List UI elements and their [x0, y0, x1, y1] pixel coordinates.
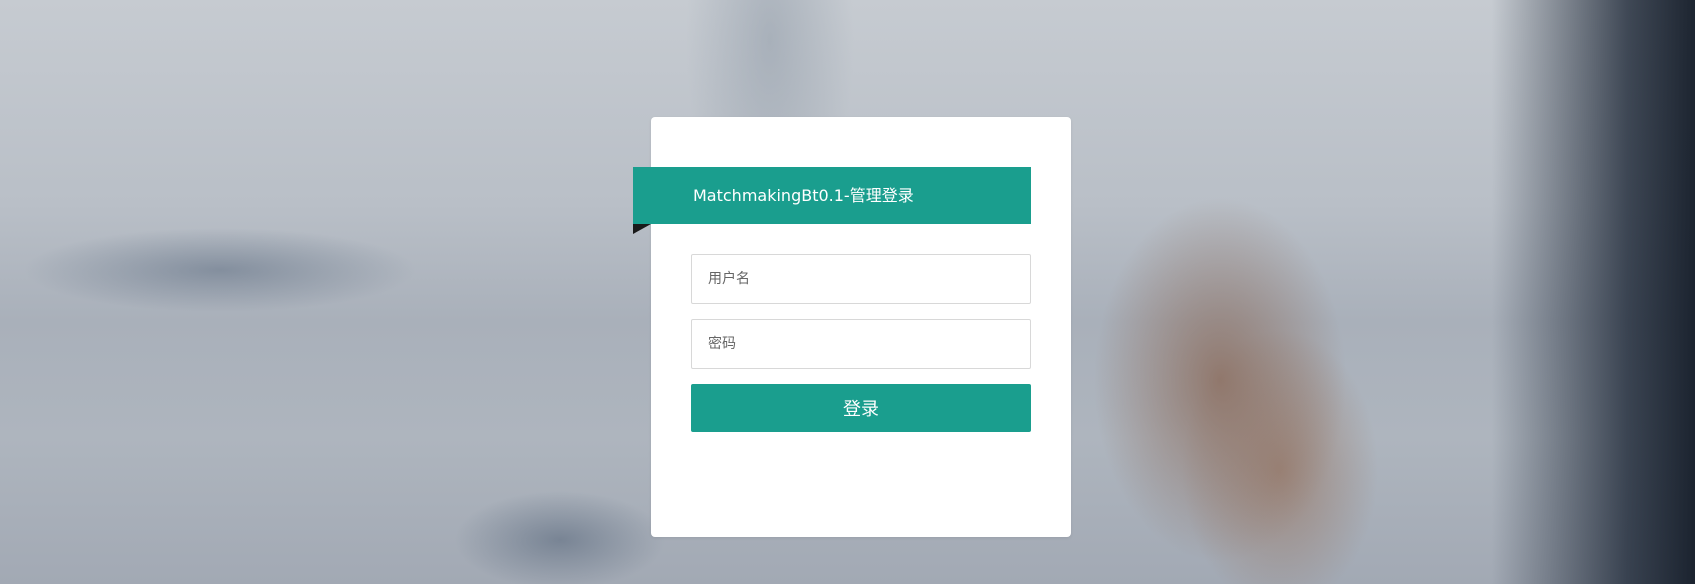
banner-fold-shadow — [633, 224, 651, 234]
password-input[interactable] — [691, 319, 1031, 369]
login-title: MatchmakingBt0.1-管理登录 — [693, 186, 914, 205]
login-button[interactable]: 登录 — [691, 384, 1031, 432]
username-input[interactable] — [691, 254, 1031, 304]
login-title-banner: MatchmakingBt0.1-管理登录 — [633, 167, 1031, 224]
